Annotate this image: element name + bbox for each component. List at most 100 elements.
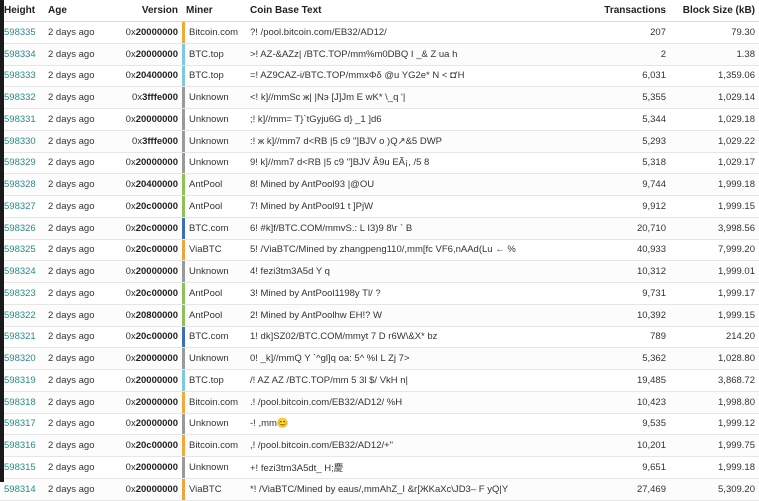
version-hex: 20000000 xyxy=(135,418,178,430)
table-row[interactable]: 598326 2 days ago 0x20c00000 BTC.com 6! #k]f… xyxy=(0,217,759,240)
table-row[interactable]: 598315 2 days ago 0x20000000 Unknown +! fezi… xyxy=(0,456,759,479)
coinbase-text-cell: >! AZ-&AZz| /BTC.TOP/mm%m0DBQ I _& Z ua … xyxy=(246,43,596,66)
coinbase-text-cell: 8! Mined by AntPool93 |@OU xyxy=(246,173,596,196)
transactions-cell: 5,362 xyxy=(596,347,670,370)
column-header-block-size[interactable]: Block Size (kB) xyxy=(670,0,759,22)
version-cell: 0x20000000 xyxy=(106,43,182,66)
table-row[interactable]: 598322 2 days ago 0x20800000 AntPool 2! Mine… xyxy=(0,304,759,327)
block-height-cell: 598331 xyxy=(0,108,44,131)
version-hex: 20000000 xyxy=(135,396,178,408)
table-row[interactable]: 598318 2 days ago 0x20000000 Bitcoin.com.! … xyxy=(0,391,759,414)
age-cell: 2 days ago xyxy=(44,456,106,479)
coinbase-text-cell: 2! Mined by AntPoolhw EH!? W xyxy=(246,304,596,327)
miner-color-bar xyxy=(182,304,185,326)
table-row[interactable]: 598327 2 days ago 0x20c00000 AntPool 7! Mine… xyxy=(0,195,759,218)
block-height-link[interactable]: 598325 xyxy=(4,244,36,255)
miner-cell: AntPool xyxy=(182,282,246,305)
block-height-cell: 598332 xyxy=(0,86,44,109)
block-height-link[interactable]: 598317 xyxy=(4,418,36,429)
block-height-link[interactable]: 598315 xyxy=(4,462,36,473)
age-cell: 2 days ago xyxy=(44,108,106,131)
version-prefix: 0x xyxy=(125,440,136,452)
miner-name: BTC.top xyxy=(189,48,224,60)
transactions-cell: 789 xyxy=(596,326,670,349)
age-cell: 2 days ago xyxy=(44,195,106,218)
block-height-cell: 598322 xyxy=(0,304,44,327)
block-height-link[interactable]: 598324 xyxy=(4,266,36,277)
column-header-miner[interactable]: Miner xyxy=(182,0,246,22)
table-row[interactable]: 598331 2 days ago 0x20000000 Unknown;! k]//… xyxy=(0,108,759,131)
coinbase-text-cell: 1! dk]SZ02/BTC.COM/mmyt 7 D r6W\&X* bz xyxy=(246,326,596,349)
coinbase-text-cell: 7! Mined by AntPool91 t ]PjW xyxy=(246,195,596,218)
column-header-age[interactable]: Age xyxy=(44,0,106,22)
block-size-cell: 1,999.17 xyxy=(670,282,759,305)
version-hex: 20000000 xyxy=(135,483,178,495)
version-prefix: 0x xyxy=(125,266,136,278)
table-row[interactable]: 598321 2 days ago 0x20c00000 BTC.com 1! dk]S… xyxy=(0,326,759,349)
age-cell: 2 days ago xyxy=(44,173,106,196)
version-cell: 0x20000000 xyxy=(106,456,182,479)
block-height-link[interactable]: 598322 xyxy=(4,310,36,321)
block-height-link[interactable]: 598316 xyxy=(4,440,36,451)
block-height-link[interactable]: 598314 xyxy=(4,484,36,495)
miner-cell: Unknown xyxy=(182,152,246,175)
table-row[interactable]: 598317 2 days ago 0x20000000 Unknown -! ,mm😊… xyxy=(0,413,759,436)
block-height-link[interactable]: 598332 xyxy=(4,92,36,103)
transactions-cell: 10,392 xyxy=(596,304,670,327)
miner-color-bar xyxy=(182,87,185,108)
miner-color-bar xyxy=(182,413,185,434)
block-height-link[interactable]: 598330 xyxy=(4,136,36,147)
table-row[interactable]: 598335 2 days ago 0x20000000 Bitcoin.com?! … xyxy=(0,21,759,44)
transactions-cell: 9,744 xyxy=(596,173,670,196)
block-height-cell: 598315 xyxy=(0,456,44,479)
table-row[interactable]: 598324 2 days ago 0x20000000 Unknown 4! fezi… xyxy=(0,260,759,283)
block-size-cell: 1,999.18 xyxy=(670,173,759,196)
block-height-link[interactable]: 598321 xyxy=(4,331,36,342)
column-header-coinbase[interactable]: Coin Base Text xyxy=(246,0,596,22)
version-hex: 20c00000 xyxy=(135,200,178,212)
version-prefix: 0x xyxy=(125,374,136,386)
miner-name: Unknown xyxy=(189,418,229,430)
miner-color-bar xyxy=(182,217,185,239)
table-row[interactable]: 598333 2 days ago 0x20400000 BTC.top =! AZ9C… xyxy=(0,65,759,88)
miner-color-bar xyxy=(182,457,185,478)
table-row[interactable]: 598316 2 days ago 0x20c00000 Bitcoin.com,! … xyxy=(0,434,759,457)
block-height-link[interactable]: 598331 xyxy=(4,114,36,125)
block-height-link[interactable]: 598318 xyxy=(4,397,36,408)
block-height-link[interactable]: 598335 xyxy=(4,27,36,38)
block-height-link[interactable]: 598333 xyxy=(4,70,36,81)
miner-name: BTC.top xyxy=(189,70,224,82)
miner-cell: Unknown xyxy=(182,130,246,153)
table-row[interactable]: 598334 2 days ago 0x20000000 BTC.top >! AZ-&… xyxy=(0,43,759,66)
miner-name: Unknown xyxy=(189,92,229,104)
miner-color-bar xyxy=(182,130,185,152)
block-height-link[interactable]: 598319 xyxy=(4,375,36,386)
block-height-link[interactable]: 598320 xyxy=(4,353,36,364)
block-height-link[interactable]: 598323 xyxy=(4,288,36,299)
table-row[interactable]: 598329 2 days ago 0x20000000 Unknown 9! k]//… xyxy=(0,152,759,175)
column-header-transactions[interactable]: Transactions xyxy=(596,0,670,22)
table-row[interactable]: 598332 2 days ago 0x3fffe000 Unknown <! k]//… xyxy=(0,86,759,109)
table-row[interactable]: 598320 2 days ago 0x20000000 Unknown 0! _k]/… xyxy=(0,347,759,370)
block-height-cell: 598321 xyxy=(0,326,44,349)
block-height-link[interactable]: 598328 xyxy=(4,179,36,190)
miner-color-bar xyxy=(182,391,185,413)
column-header-version[interactable]: Version xyxy=(106,0,182,22)
table-row[interactable]: 598330 2 days ago 0x3fffe000 Unknown:! ж k]… xyxy=(0,130,759,153)
table-row[interactable]: 598319 2 days ago 0x20000000 BTC.top/! AZ A… xyxy=(0,369,759,392)
table-row[interactable]: 598328 2 days ago 0x20400000 AntPool 8! Mine… xyxy=(0,173,759,196)
version-prefix: 0x xyxy=(125,331,136,343)
block-height-link[interactable]: 598334 xyxy=(4,49,36,60)
table-row[interactable]: 598325 2 days ago 0x20c00000 ViaBTC 5! /ViaB… xyxy=(0,239,759,262)
table-row[interactable]: 598323 2 days ago 0x20c00000 AntPool 3! Mine… xyxy=(0,282,759,305)
column-header-height[interactable]: Height xyxy=(0,0,44,22)
age-cell: 2 days ago xyxy=(44,21,106,44)
age-cell: 2 days ago xyxy=(44,43,106,66)
version-hex: 20000000 xyxy=(135,353,178,365)
block-height-link[interactable]: 598327 xyxy=(4,201,36,212)
block-height-link[interactable]: 598329 xyxy=(4,157,36,168)
block-size-cell: 1,359.06 xyxy=(670,65,759,88)
block-height-link[interactable]: 598326 xyxy=(4,223,36,234)
block-size-cell: 1,029.22 xyxy=(670,130,759,153)
transactions-cell: 5,355 xyxy=(596,86,670,109)
